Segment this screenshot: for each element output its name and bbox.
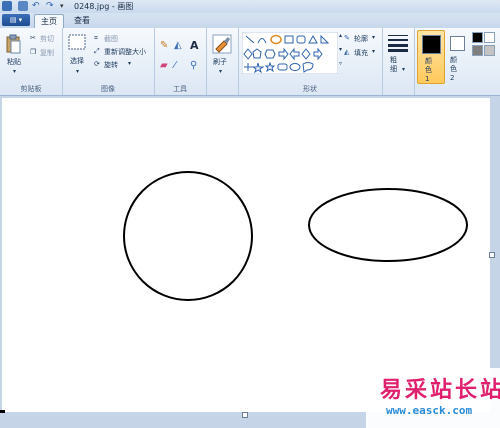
palette-color-gray[interactable] <box>472 45 483 56</box>
watermark-url: www.easck.com <box>386 404 473 417</box>
canvas-resize-handle-right[interactable] <box>489 252 495 258</box>
fill-button[interactable]: 填充 <box>354 48 368 58</box>
color2-button[interactable]: 颜色 2 <box>446 30 470 82</box>
brush-icon[interactable] <box>212 34 232 54</box>
palette-color-light-gray[interactable] <box>484 45 495 56</box>
drawn-ellipse <box>308 188 468 262</box>
fill-icon[interactable]: ◭ <box>344 48 349 56</box>
rotate-button[interactable]: 旋转 <box>104 60 118 70</box>
color2-swatch <box>450 36 465 51</box>
fill-dropdown-icon[interactable]: ▾ <box>372 48 375 55</box>
shapes-group: ▴ ▾ ▿ ✎ 轮廓 ▾ ◭ 填充 ▾ 形状 <box>238 28 383 95</box>
brushes-button[interactable]: 刷子 <box>213 57 227 67</box>
copy-button[interactable]: 复制 <box>40 48 54 58</box>
shapes-scroll-down-icon[interactable]: ▾ <box>339 46 342 53</box>
palette-color-black[interactable] <box>472 32 483 43</box>
shapes-scroll-up-icon[interactable]: ▴ <box>339 32 342 39</box>
clipboard-group: 粘贴 ▾ ✂ 剪切 ❐ 复制 剪贴板 <box>0 28 63 95</box>
canvas-drawing <box>123 171 468 301</box>
tools-group-label: 工具 <box>173 85 187 93</box>
colors-group: 颜色 1 颜色 2 <box>414 28 500 95</box>
palette-color-white[interactable] <box>484 32 495 43</box>
ribbon: 粘贴 ▾ ✂ 剪切 ❐ 复制 剪贴板 选择 ▾ ⌗ 截图 ⤢ 重新调整大小 ⟳ … <box>0 28 500 96</box>
rotate-icon[interactable]: ⟳ <box>94 60 100 68</box>
tab-home[interactable]: 主页 <box>34 14 64 29</box>
undo-icon[interactable]: ↶ <box>32 1 42 11</box>
color2-label: 颜色 2 <box>450 56 457 82</box>
window-title: 0248.jpg - 画图 <box>74 2 134 11</box>
size-dropdown-icon[interactable]: ▾ <box>402 66 405 73</box>
rotate-dropdown-icon[interactable]: ▾ <box>128 60 131 67</box>
tab-view[interactable]: 查看 <box>68 14 96 28</box>
copy-icon[interactable]: ❐ <box>30 48 36 56</box>
fill-bucket-icon[interactable]: ◭ <box>174 40 182 51</box>
size-group: 粗细 ▾ <box>382 28 415 95</box>
color1-label: 颜色 1 <box>425 57 432 83</box>
shapes-gallery[interactable] <box>242 32 338 74</box>
crop-icon[interactable]: ⌗ <box>94 34 98 43</box>
customize-toolbar-icon[interactable]: ▾ <box>60 1 70 11</box>
canvas-resize-handle-corner[interactable] <box>0 410 5 413</box>
outline-icon[interactable]: ✎ <box>344 34 350 42</box>
resize-button[interactable]: 重新调整大小 <box>104 47 146 57</box>
save-icon[interactable] <box>18 1 28 11</box>
tools-group: ✎ ◭ A ▰ ⁄ ⚲ 工具 <box>154 28 207 95</box>
resize-icon[interactable]: ⤢ <box>94 47 100 56</box>
size-button[interactable]: 粗细 <box>390 56 400 74</box>
color1-button[interactable]: 颜色 1 <box>417 30 445 84</box>
paste-dropdown-icon[interactable]: ▾ <box>13 68 16 75</box>
brushes-group: 刷子 ▾ <box>206 28 239 95</box>
shapes-group-label: 形状 <box>303 85 317 93</box>
clipboard-group-label: 剪贴板 <box>20 85 42 93</box>
ribbon-tab-row: ▤ ▾ 主页 查看 <box>0 13 500 29</box>
color1-swatch <box>422 35 441 54</box>
select-dropdown-icon[interactable]: ▾ <box>76 68 79 75</box>
select-button[interactable]: 选择 <box>70 56 84 66</box>
text-tool-icon[interactable]: A <box>190 39 199 52</box>
outline-button[interactable]: 轮廓 <box>354 34 368 44</box>
size-icon[interactable] <box>388 34 408 52</box>
canvas-resize-handle-bottom[interactable] <box>242 412 248 418</box>
redo-icon[interactable]: ↷ <box>46 1 56 11</box>
drawn-circle <box>123 171 253 301</box>
pencil-icon[interactable]: ✎ <box>160 40 168 51</box>
outline-dropdown-icon[interactable]: ▾ <box>372 34 375 41</box>
cut-icon[interactable]: ✂ <box>30 34 36 42</box>
image-group-label: 图像 <box>101 85 115 93</box>
app-icon[interactable] <box>2 1 12 11</box>
image-group: 选择 ▾ ⌗ 截图 ⤢ 重新调整大小 ⟳ 旋转 ▾ 图像 <box>62 28 155 95</box>
paint-menu-button[interactable]: ▤ ▾ <box>2 14 30 26</box>
paste-icon[interactable] <box>6 34 22 54</box>
cut-button[interactable]: 剪切 <box>40 34 54 44</box>
watermark-chinese-text: 易采站长站 <box>380 377 500 403</box>
select-icon[interactable] <box>68 34 86 50</box>
shapes-expand-icon[interactable]: ▿ <box>339 60 342 67</box>
magnifier-icon[interactable]: ⚲ <box>190 60 197 71</box>
eraser-icon[interactable]: ▰ <box>160 60 168 71</box>
color-picker-icon[interactable]: ⁄ <box>174 60 176 71</box>
paste-button[interactable]: 粘贴 <box>7 57 21 67</box>
brushes-dropdown-icon[interactable]: ▾ <box>219 68 222 75</box>
site-watermark: 易采站长站 www.easck.com <box>366 368 500 428</box>
crop-button[interactable]: 截图 <box>104 34 118 44</box>
drawing-canvas[interactable] <box>2 98 490 412</box>
title-bar: ↶ ↷ ▾ 0248.jpg - 画图 <box>0 0 500 13</box>
